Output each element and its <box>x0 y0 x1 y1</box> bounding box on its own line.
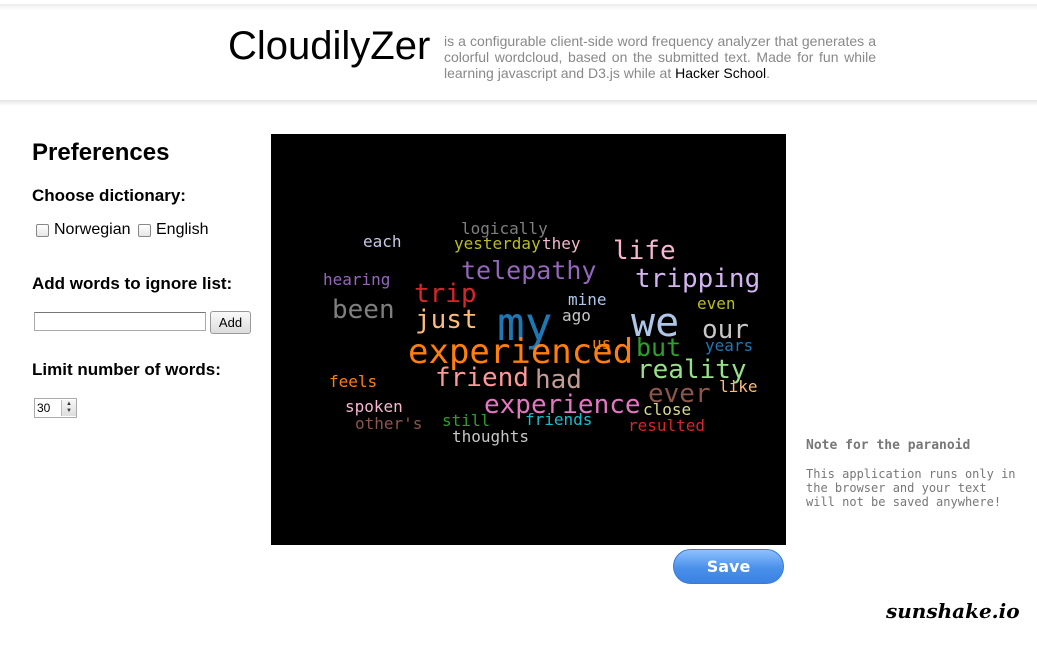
save-button[interactable]: Save <box>673 549 784 584</box>
cloud-word-even: even <box>697 294 736 313</box>
cloud-word-life: life <box>613 236 676 266</box>
note-title: Note for the paranoid <box>806 438 971 453</box>
cloud-word-spoken: spoken <box>345 397 403 416</box>
cloud-word-thoughts: thoughts <box>452 427 530 446</box>
cloud-word-trip: trip <box>414 279 477 309</box>
cloud-word-friends: friends <box>525 410 593 429</box>
cloud-word-they: they <box>542 234 581 253</box>
cloud-word-been: been <box>332 295 395 325</box>
note-body: This application runs only in the browse… <box>806 467 1016 509</box>
cloud-word-like: like <box>719 377 758 396</box>
cloud-word-feels: feels <box>329 372 378 391</box>
sunshake-logo[interactable]: sunshake.io <box>886 599 1020 623</box>
word-limit-stepper[interactable]: 30 ▲ ▼ <box>34 398 77 418</box>
wordcloud-canvas: logically each yesterday they life telepathy t… <box>271 134 786 545</box>
add-ignore-word-button[interactable]: Add <box>210 311 251 334</box>
header-top-line <box>0 4 1037 10</box>
word-limit-value[interactable]: 30 <box>35 401 61 415</box>
cloud-word-ago: ago <box>562 306 591 325</box>
cloud-word-others: other's <box>355 414 423 433</box>
cloud-word-yesterday: yesterday <box>454 234 541 253</box>
cloud-word-tripping: tripping <box>635 264 761 294</box>
hacker-school-link[interactable]: Hacker School <box>675 65 766 81</box>
cloud-word-telepathy: telepathy <box>461 256 597 285</box>
cloud-word-years: years <box>705 336 754 355</box>
tagline: is a configurable client-side word frequ… <box>444 33 876 81</box>
cloud-word-resulted: resulted <box>628 416 706 435</box>
cloud-word-friend: friend <box>435 363 529 393</box>
ignore-word-input[interactable] <box>34 312 206 331</box>
cloud-word-each: each <box>363 232 402 251</box>
norwegian-checkbox[interactable] <box>36 223 49 237</box>
tagline-end: . <box>766 65 771 81</box>
english-checkbox[interactable] <box>138 223 151 237</box>
stepper-arrows-icon[interactable]: ▲ ▼ <box>61 400 76 416</box>
english-checkbox-row[interactable]: English <box>138 221 208 239</box>
header-bottom-line <box>0 100 1037 106</box>
cloud-word-hearing: hearing <box>323 270 391 289</box>
dictionary-label: Choose dictionary: <box>32 186 186 205</box>
norwegian-label: Norwegian <box>54 221 131 238</box>
app-title: CloudilyZer <box>228 24 431 68</box>
tagline-text: is a configurable client-side word frequ… <box>444 33 876 81</box>
cloud-word-just: just <box>415 305 478 335</box>
word-limit-label: Limit number of words: <box>32 360 221 379</box>
ignore-list-label: Add words to ignore list: <box>32 274 233 293</box>
norwegian-checkbox-row[interactable]: Norwegian <box>36 221 130 239</box>
preferences-title: Preferences <box>32 139 170 166</box>
english-label: English <box>156 221 209 238</box>
